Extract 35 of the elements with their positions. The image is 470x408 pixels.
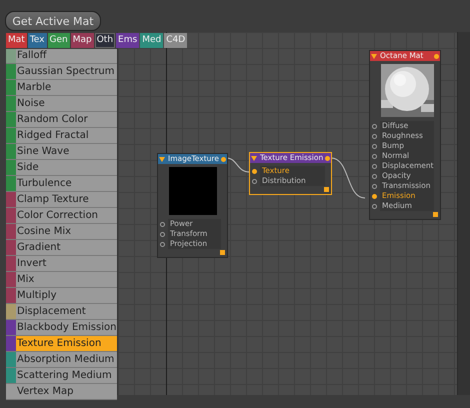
input-port-icon[interactable] [160, 232, 165, 236]
category-tab[interactable]: Ems [116, 33, 140, 48]
texture-preview [169, 167, 217, 215]
input-port-icon[interactable] [160, 242, 165, 246]
input-port-icon[interactable] [372, 164, 377, 168]
resize-grip-icon[interactable] [220, 250, 225, 255]
collapse-triangle-icon[interactable] [159, 156, 165, 162]
collapse-triangle-icon[interactable] [371, 54, 377, 58]
collapse-triangle-icon[interactable] [251, 156, 257, 160]
resize-grip-icon[interactable] [433, 212, 438, 217]
input-port-icon[interactable] [372, 184, 377, 188]
connection-wire [226, 158, 250, 172]
input-port-icon[interactable] [372, 194, 377, 198]
category-tab[interactable]: Gen [48, 33, 70, 48]
category-tab[interactable]: Tex [28, 33, 46, 48]
input-port-icon[interactable] [372, 174, 377, 178]
output-port-icon[interactable] [220, 156, 226, 162]
input-port-icon[interactable] [252, 168, 257, 174]
get-active-mat-button[interactable]: Get Active Mat [5, 11, 101, 31]
category-tab[interactable]: Mat [6, 33, 27, 48]
resize-grip-icon[interactable] [324, 187, 330, 192]
category-tab[interactable]: Med [140, 33, 164, 48]
input-port-icon[interactable] [252, 178, 257, 184]
input-port-icon[interactable] [160, 222, 165, 226]
input-port-icon[interactable] [372, 154, 377, 158]
input-port-icon[interactable] [372, 124, 377, 128]
connection-wire [330, 158, 366, 198]
input-port-icon[interactable] [372, 144, 377, 148]
output-port-icon[interactable] [325, 156, 330, 160]
input-port-icon[interactable] [372, 204, 377, 208]
category-tab[interactable]: Map [70, 33, 94, 48]
category-tab[interactable]: Oth [94, 33, 116, 48]
category-tab[interactable]: C4D [164, 33, 188, 48]
input-port-icon[interactable] [372, 134, 377, 138]
output-port-icon[interactable] [434, 54, 439, 58]
